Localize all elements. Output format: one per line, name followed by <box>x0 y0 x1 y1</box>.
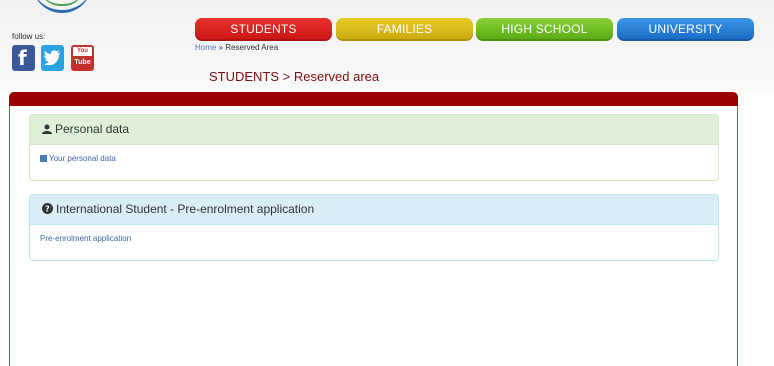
your-personal-data-link[interactable]: Your personal data <box>30 145 718 163</box>
breadcrumb: Home » Reserved Area <box>195 43 278 52</box>
panel-header-bar <box>9 92 738 106</box>
pre-enrolment-application-link[interactable]: Pre-enrolment application <box>30 225 718 243</box>
header-background <box>0 0 774 95</box>
breadcrumb-home[interactable]: Home <box>195 43 216 52</box>
tab-families[interactable]: FAMILIES <box>336 18 473 41</box>
question-circle-icon: ? <box>42 196 53 225</box>
list-icon <box>40 155 47 162</box>
personal-data-panel: Personal data Your personal data <box>29 114 719 181</box>
twitter-icon[interactable] <box>41 45 64 71</box>
facebook-icon[interactable]: f <box>12 45 35 71</box>
personal-data-heading-text: Personal data <box>55 122 130 136</box>
personal-data-heading: Personal data <box>30 115 718 145</box>
page-title: STUDENTS > Reserved area <box>209 69 380 84</box>
pre-enrolment-heading: ? International Student - Pre-enrolment … <box>30 195 718 225</box>
facebook-glyph: f <box>18 46 27 70</box>
youtube-top-text: You <box>73 47 92 56</box>
tab-students[interactable]: STUDENTS <box>195 18 332 41</box>
youtube-icon[interactable]: You Tube <box>71 45 94 71</box>
twitter-bird-icon <box>44 50 60 65</box>
svg-text:?: ? <box>45 205 50 214</box>
breadcrumb-current: Reserved Area <box>225 43 279 52</box>
pre-enrolment-heading-text: International Student - Pre-enrolment ap… <box>56 202 315 216</box>
tab-high-school[interactable]: HIGH SCHOOL <box>476 18 613 41</box>
user-icon <box>42 116 52 145</box>
pre-enrolment-application-link-text: Pre-enrolment application <box>40 234 132 243</box>
tab-university[interactable]: UNIVERSITY <box>617 18 754 41</box>
youtube-bottom-text: Tube <box>74 59 91 66</box>
pre-enrolment-panel: ? International Student - Pre-enrolment … <box>29 194 719 261</box>
breadcrumb-separator: » <box>218 43 224 52</box>
your-personal-data-link-text: Your personal data <box>49 154 116 163</box>
follow-us-label: follow us: <box>12 32 46 41</box>
